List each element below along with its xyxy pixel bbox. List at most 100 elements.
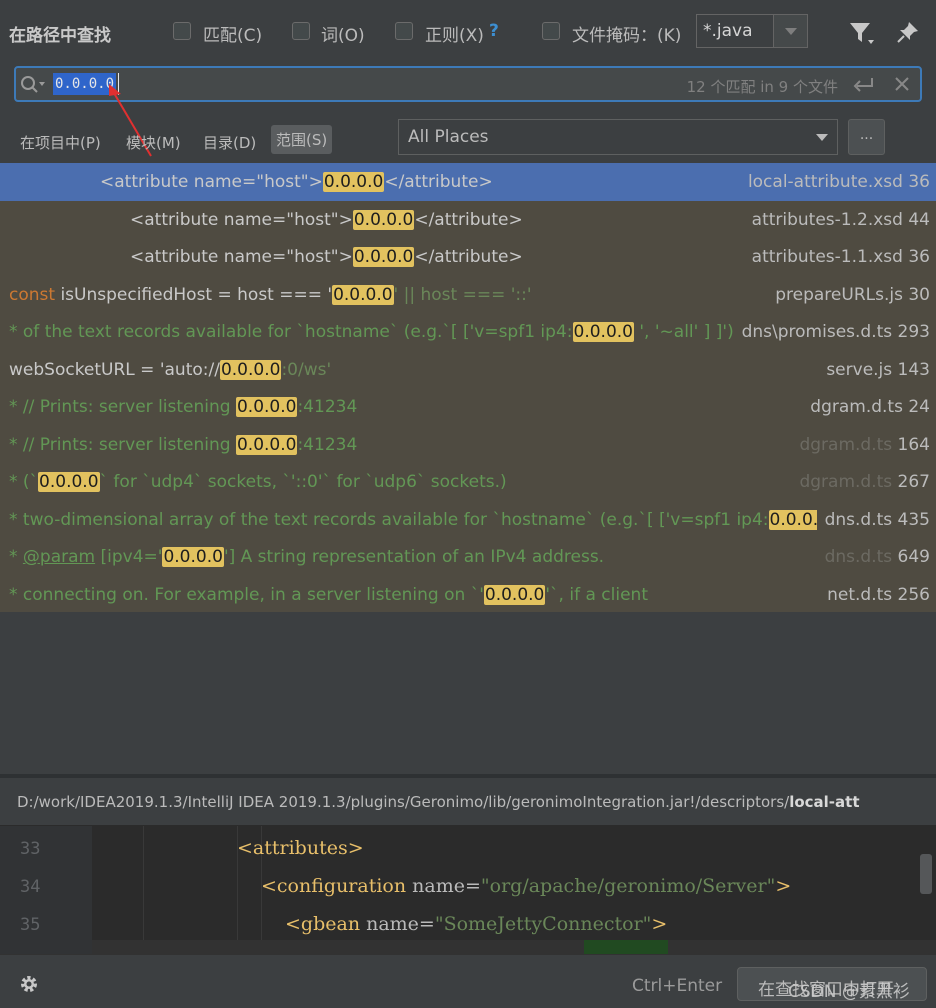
match-marker xyxy=(584,940,668,954)
result-line-number: 36 xyxy=(908,247,930,267)
result-code: * (`0.0.0.0` for `udp4` sockets, `'::0'`… xyxy=(9,472,507,492)
result-text-after: ` for `udp4` sockets, `'::0'` for `udp6`… xyxy=(99,472,507,492)
result-row[interactable]: * @param [ipv4='0.0.0.0'] A string repre… xyxy=(0,538,936,576)
result-match: 0.0.0.0 xyxy=(572,322,634,342)
pin-icon[interactable] xyxy=(896,20,920,48)
result-row[interactable]: <attribute name="host">0.0.0.0</attribut… xyxy=(0,238,936,276)
file-mask-combobox[interactable]: *.java xyxy=(696,14,808,48)
result-row[interactable]: <attribute name="host">0.0.0.0</attribut… xyxy=(0,163,936,201)
tab-in-project[interactable]: 在项目中(P) xyxy=(20,132,101,153)
result-text-before: * connecting on. For example, in a serve… xyxy=(9,584,484,605)
result-line-number: 649 xyxy=(897,547,930,567)
result-row[interactable]: * two-dimensional array of the text reco… xyxy=(0,501,936,539)
result-match: 0.0.0.0 xyxy=(483,584,546,605)
result-location: dns.d.ts 649 xyxy=(819,547,930,567)
match-case-checkbox[interactable] xyxy=(173,22,191,40)
result-file-name: prepareURLs.js xyxy=(775,284,903,305)
result-text-before: <attribute name="host"> xyxy=(130,209,353,230)
doc-tag: @param xyxy=(22,547,96,567)
result-row[interactable]: * // Prints: server listening 0.0.0.0:41… xyxy=(0,388,936,426)
result-text-after: :0/ws' xyxy=(281,359,332,380)
result-location: prepareURLs.js 30 xyxy=(769,285,930,305)
watermark: CSDN @素黑衫 xyxy=(788,982,910,1002)
result-match: 0.0.0.0 xyxy=(219,359,282,380)
result-text-before: <attribute name="host"> xyxy=(100,172,323,192)
clear-search-icon[interactable] xyxy=(894,76,910,96)
code-preview[interactable]: 33 34 35 <attributes> <configuration nam… xyxy=(0,826,936,954)
preview-path: D:/work/IDEA2019.1.3/IntelliJ IDEA 2019.… xyxy=(17,793,860,811)
file-mask-value[interactable]: *.java xyxy=(703,21,753,41)
result-file-name: dgram.d.ts xyxy=(810,397,903,417)
find-in-path-header: 在路径中查找 匹配(C) 词(O) 正则(X) ? 文件掩码：(K) *.jav… xyxy=(0,0,936,64)
result-file-name: dns.d.ts xyxy=(824,547,893,567)
words-checkbox[interactable] xyxy=(292,22,310,40)
tab-module[interactable]: 模块(M) xyxy=(126,132,181,153)
file-mask-label[interactable]: 文件掩码：(K) xyxy=(572,21,681,46)
search-history-icon[interactable] xyxy=(20,75,48,99)
result-text-before: <attribute name="host"> xyxy=(130,247,353,267)
result-location: dns\promises.d.ts 293 xyxy=(736,322,930,342)
results-list[interactable]: <attribute name="host">0.0.0.0</attribut… xyxy=(0,163,936,612)
line-gutter xyxy=(0,826,92,954)
tab-directory[interactable]: 目录(D) xyxy=(203,132,256,153)
result-file-name: net.d.ts xyxy=(827,584,893,605)
result-row[interactable]: const isUnspecifiedHost = host === '0.0.… xyxy=(0,276,936,314)
result-row[interactable]: * // Prints: server listening 0.0.0.0:41… xyxy=(0,426,936,464)
chevron-down-icon[interactable] xyxy=(816,134,828,141)
result-row[interactable]: * connecting on. For example, in a serve… xyxy=(0,576,936,613)
xml-tag: <configuration xyxy=(261,875,413,897)
preview-path-bar: D:/work/IDEA2019.1.3/IntelliJ IDEA 2019.… xyxy=(0,778,936,826)
new-line-icon[interactable] xyxy=(852,76,876,98)
result-text-before: * // Prints: server listening xyxy=(9,434,236,455)
result-code: * @param [ipv4='0.0.0.0'] A string repre… xyxy=(9,547,604,567)
result-file-name: local-attribute.xsd xyxy=(747,172,903,192)
regex-checkbox[interactable] xyxy=(395,22,413,40)
gear-icon[interactable] xyxy=(19,974,39,994)
preview-path-file: local-att xyxy=(789,793,860,811)
current-line-highlight xyxy=(92,940,936,954)
file-mask-checkbox[interactable] xyxy=(542,22,560,40)
keyword: const xyxy=(9,284,56,305)
xml-tag: <gbean xyxy=(285,913,367,935)
result-file-name: dns\promises.d.ts xyxy=(741,322,893,342)
scope-select-value[interactable]: All Places xyxy=(408,127,489,147)
match-case-label[interactable]: 匹配(C) xyxy=(203,21,262,46)
regex-label[interactable]: 正则(X) xyxy=(425,21,484,46)
result-location: dgram.d.ts 24 xyxy=(804,397,930,417)
result-line-number: 293 xyxy=(897,322,930,342)
result-row[interactable]: webSocketURL = 'auto://0.0.0.0:0/ws' serv… xyxy=(0,351,936,389)
file-mask-dropdown-icon[interactable] xyxy=(773,15,807,47)
result-file-name: attributes-1.1.xsd xyxy=(751,247,903,267)
words-label[interactable]: 词(O) xyxy=(321,21,365,46)
regex-help-icon[interactable]: ? xyxy=(489,21,499,41)
code-line: <gbean name="SomeJettyConnector"> xyxy=(285,913,667,935)
result-text-before: isUnspecifiedHost = host === ' xyxy=(55,284,333,305)
tab-scope[interactable]: 范围(S) xyxy=(271,125,333,154)
result-row[interactable]: <attribute name="host">0.0.0.0</attribut… xyxy=(0,201,936,239)
result-line-number: 44 xyxy=(908,209,930,230)
result-location: net.d.ts 256 xyxy=(821,585,930,605)
result-line-number: 143 xyxy=(897,359,930,380)
filter-icon[interactable] xyxy=(848,20,876,50)
match-count: 12 个匹配 in 9 个文件 xyxy=(686,78,838,96)
result-match: 0.0.0.0 xyxy=(768,509,817,530)
scope-select[interactable]: All Places xyxy=(398,119,838,155)
result-row[interactable]: * of the text records available for `hos… xyxy=(0,313,936,351)
result-line-number: 267 xyxy=(897,472,930,492)
result-code: <attribute name="host">0.0.0.0</attribut… xyxy=(100,172,493,192)
line-number: 34 xyxy=(20,877,41,897)
result-line-number: 435 xyxy=(897,509,930,530)
preview-scrollbar[interactable] xyxy=(920,854,932,894)
result-text-before: * // Prints: server listening xyxy=(9,397,236,417)
result-file-name: dns.d.ts xyxy=(824,509,893,530)
result-line-number: 36 xyxy=(908,172,930,192)
scope-more-button[interactable]: ... xyxy=(848,119,885,155)
result-match: 0.0.0.0 xyxy=(352,247,415,267)
result-match: 0.0.0.0 xyxy=(235,397,298,417)
result-code: * two-dimensional array of the text reco… xyxy=(9,509,817,530)
result-file-name: serve.js xyxy=(826,359,893,380)
result-row[interactable]: * (`0.0.0.0` for `udp4` sockets, `'::0'`… xyxy=(0,463,936,501)
result-line-number: 256 xyxy=(897,584,930,605)
xml-value: "org/apache/geronimo/Server" xyxy=(480,875,776,897)
comment-star: * xyxy=(9,547,23,567)
